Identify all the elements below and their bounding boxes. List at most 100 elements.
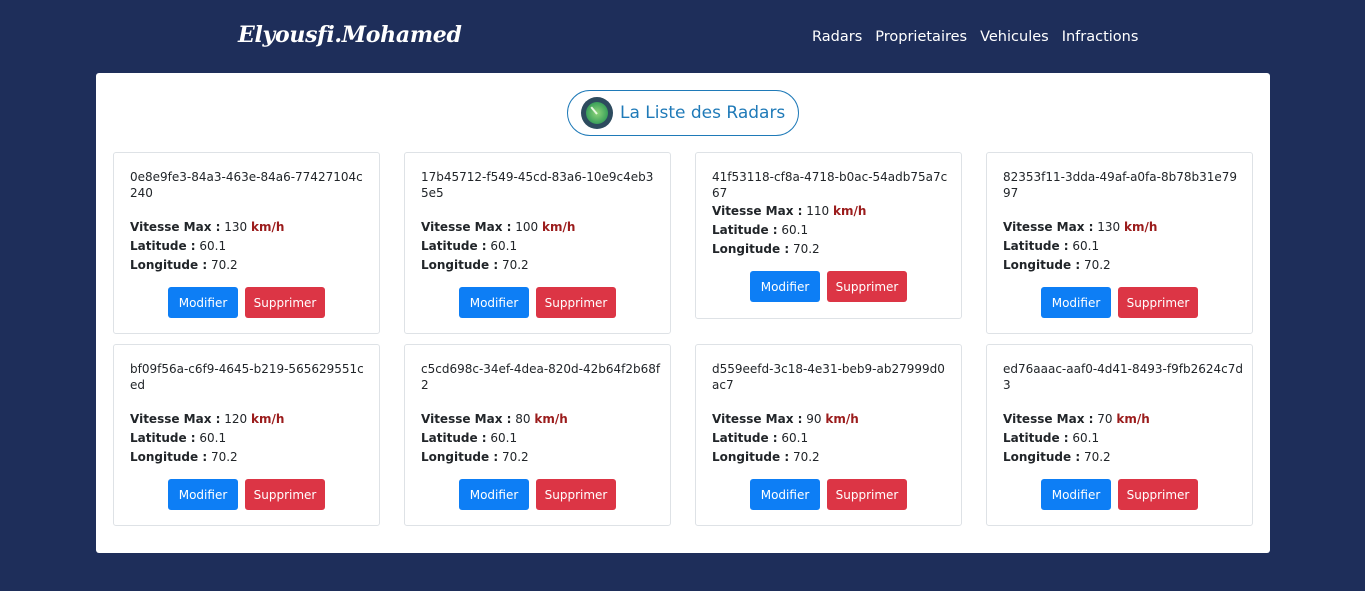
radar-card: 82353f11-3dda-49af-a0fa-8b78b31e7997 Vit… xyxy=(986,152,1253,334)
latitude-row: Latitude : 60.1 xyxy=(130,431,226,445)
longitude-row: Longitude : 70.2 xyxy=(1003,450,1111,464)
supprimer-button[interactable]: Supprimer xyxy=(245,479,325,510)
latitude-label: Latitude : xyxy=(712,223,778,237)
vitesse-value: 110 xyxy=(806,204,830,218)
longitude-label: Longitude : xyxy=(1003,450,1081,464)
longitude-row: Longitude : 70.2 xyxy=(712,450,820,464)
longitude-value: 70.2 xyxy=(792,450,820,464)
vitesse-label: Vitesse Max : xyxy=(421,412,512,426)
vitesse-value: 120 xyxy=(224,412,248,426)
page-title: La Liste des Radars xyxy=(620,103,786,123)
vitesse-row: Vitesse Max : 70 km/h xyxy=(1003,412,1150,426)
vitesse-label: Vitesse Max : xyxy=(130,220,221,234)
latitude-value: 60.1 xyxy=(199,239,227,253)
navbar: Elyousfi.Mohamed Radars Proprietaires Ve… xyxy=(0,0,1365,73)
supprimer-button[interactable]: Supprimer xyxy=(1118,287,1198,318)
radar-id: c5cd698c-34ef-4dea-820d-42b64f2b68f2 xyxy=(421,362,661,392)
vitesse-row: Vitesse Max : 130 km/h xyxy=(1003,220,1157,234)
radar-list-panel: La Liste des Radars 0e8e9fe3-84a3-463e-8… xyxy=(96,73,1270,553)
nav-links: Radars Proprietaires Vehicules Infractio… xyxy=(812,29,1138,45)
vitesse-row: Vitesse Max : 120 km/h xyxy=(130,412,284,426)
longitude-row: Longitude : 70.2 xyxy=(421,258,529,272)
longitude-label: Longitude : xyxy=(712,242,790,256)
vitesse-row: Vitesse Max : 130 km/h xyxy=(130,220,284,234)
latitude-row: Latitude : 60.1 xyxy=(1003,431,1099,445)
supprimer-button[interactable]: Supprimer xyxy=(245,287,325,318)
vitesse-label: Vitesse Max : xyxy=(1003,412,1094,426)
latitude-label: Latitude : xyxy=(1003,239,1069,253)
vitesse-unit: km/h xyxy=(825,412,859,426)
modifier-button[interactable]: Modifier xyxy=(1041,287,1111,318)
latitude-value: 60.1 xyxy=(1072,431,1100,445)
radar-id: ed76aaac-aaf0-4d41-8493-f9fb2624c7d3 xyxy=(1003,362,1243,392)
latitude-label: Latitude : xyxy=(130,431,196,445)
longitude-label: Longitude : xyxy=(130,258,208,272)
radar-card: bf09f56a-c6f9-4645-b219-565629551ced Vit… xyxy=(113,344,380,526)
page-title-badge: La Liste des Radars xyxy=(567,90,799,136)
supprimer-button[interactable]: Supprimer xyxy=(827,479,907,510)
modifier-button[interactable]: Modifier xyxy=(168,479,238,510)
longitude-label: Longitude : xyxy=(421,450,499,464)
nav-link-proprietaires[interactable]: Proprietaires xyxy=(875,29,967,45)
vitesse-unit: km/h xyxy=(250,220,285,234)
vitesse-row: Vitesse Max : 100 km/h xyxy=(421,220,575,234)
nav-link-radars[interactable]: Radars xyxy=(812,29,862,45)
latitude-label: Latitude : xyxy=(1003,431,1069,445)
latitude-value: 60.1 xyxy=(199,431,227,445)
vitesse-unit: km/h xyxy=(1116,412,1150,426)
vitesse-label: Vitesse Max : xyxy=(712,412,803,426)
vitesse-value: 130 xyxy=(224,220,248,234)
latitude-value: 60.1 xyxy=(1072,239,1100,253)
latitude-label: Latitude : xyxy=(421,239,487,253)
modifier-button[interactable]: Modifier xyxy=(459,479,529,510)
latitude-row: Latitude : 60.1 xyxy=(421,239,517,253)
longitude-label: Longitude : xyxy=(1003,258,1081,272)
vitesse-label: Vitesse Max : xyxy=(712,204,803,218)
supprimer-button[interactable]: Supprimer xyxy=(827,271,907,302)
vitesse-row: Vitesse Max : 80 km/h xyxy=(421,412,568,426)
vitesse-value: 90 xyxy=(806,412,822,426)
longitude-label: Longitude : xyxy=(130,450,208,464)
supprimer-button[interactable]: Supprimer xyxy=(536,287,616,318)
radar-card: 17b45712-f549-45cd-83a6-10e9c4eb35e5 Vit… xyxy=(404,152,671,334)
radar-card: d559eefd-3c18-4e31-beb9-ab27999d0ac7 Vit… xyxy=(695,344,962,526)
latitude-row: Latitude : 60.1 xyxy=(712,223,808,237)
modifier-button[interactable]: Modifier xyxy=(1041,479,1111,510)
modifier-button[interactable]: Modifier xyxy=(168,287,238,318)
radar-id: bf09f56a-c6f9-4645-b219-565629551ced xyxy=(130,362,364,392)
latitude-row: Latitude : 60.1 xyxy=(130,239,226,253)
brand-logo[interactable]: Elyousfi.Mohamed xyxy=(238,22,462,48)
vitesse-label: Vitesse Max : xyxy=(130,412,221,426)
longitude-value: 70.2 xyxy=(501,258,529,272)
latitude-row: Latitude : 60.1 xyxy=(712,431,808,445)
latitude-row: Latitude : 60.1 xyxy=(1003,239,1099,253)
vitesse-label: Vitesse Max : xyxy=(421,220,512,234)
vitesse-value: 80 xyxy=(515,412,531,426)
nav-link-infractions[interactable]: Infractions xyxy=(1062,29,1139,45)
latitude-value: 60.1 xyxy=(490,239,518,253)
vitesse-row: Vitesse Max : 90 km/h xyxy=(712,412,859,426)
vitesse-row: Vitesse Max : 110 km/h xyxy=(712,204,866,218)
modifier-button[interactable]: Modifier xyxy=(459,287,529,318)
nav-link-vehicules[interactable]: Vehicules xyxy=(980,29,1049,45)
radar-id: 82353f11-3dda-49af-a0fa-8b78b31e7997 xyxy=(1003,170,1238,200)
latitude-label: Latitude : xyxy=(421,431,487,445)
longitude-row: Longitude : 70.2 xyxy=(130,450,238,464)
latitude-value: 60.1 xyxy=(781,223,809,237)
supprimer-button[interactable]: Supprimer xyxy=(536,479,616,510)
vitesse-unit: km/h xyxy=(534,412,568,426)
radar-card: 41f53118-cf8a-4718-b0ac-54adb75a7c67 Vit… xyxy=(695,152,962,319)
longitude-label: Longitude : xyxy=(712,450,790,464)
vitesse-unit: km/h xyxy=(1123,220,1158,234)
supprimer-button[interactable]: Supprimer xyxy=(1118,479,1198,510)
modifier-button[interactable]: Modifier xyxy=(750,479,820,510)
longitude-value: 70.2 xyxy=(501,450,529,464)
longitude-value: 70.2 xyxy=(210,450,238,464)
latitude-value: 60.1 xyxy=(781,431,809,445)
vitesse-value: 130 xyxy=(1097,220,1121,234)
longitude-value: 70.2 xyxy=(210,258,238,272)
vitesse-unit: km/h xyxy=(250,412,285,426)
modifier-button[interactable]: Modifier xyxy=(750,271,820,302)
radar-card: c5cd698c-34ef-4dea-820d-42b64f2b68f2 Vit… xyxy=(404,344,671,526)
vitesse-unit: km/h xyxy=(832,204,867,218)
